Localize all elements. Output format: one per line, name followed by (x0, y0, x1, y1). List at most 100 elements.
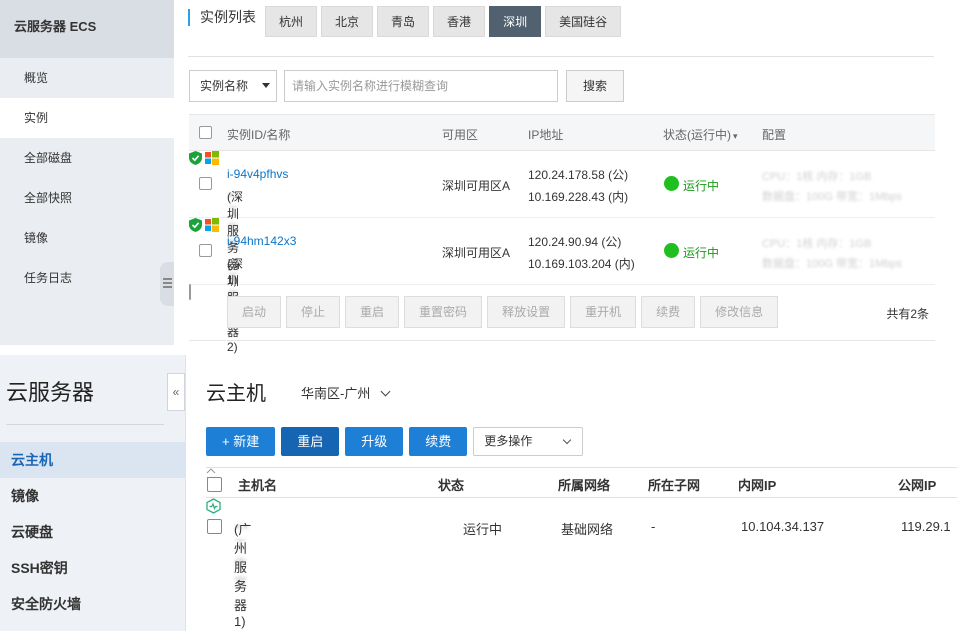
header-config: 配置 (762, 128, 787, 142)
row-checkbox[interactable] (199, 244, 212, 257)
region-tab-silicon-valley[interactable]: 美国硅谷 (545, 6, 622, 37)
region-tab-beijing[interactable]: 北京 (321, 6, 374, 37)
header-host: 主机名 (238, 478, 278, 493)
total-count: 共有2条 (886, 307, 929, 321)
windows-icon (205, 151, 220, 165)
cvm-sidebar: 云服务器 « 云主机 镜像 云硬盘 SSH密钥 安全防火墙 (0, 355, 186, 631)
chevron-down-icon (380, 386, 391, 397)
ecs-sidebar: 云服务器 ECS 概览 实例 全部磁盘 全部快照 镜像 任务日志 (0, 0, 174, 345)
sidebar-item-disks[interactable]: 全部磁盘 (0, 138, 174, 178)
header-subnet: 所在子网 (648, 478, 701, 493)
search-input[interactable] (284, 70, 558, 102)
row-checkbox[interactable] (207, 519, 222, 534)
instance-spec-cpu: CPU：1核 内存：1GB (762, 171, 872, 183)
sidebar-item-images[interactable]: 镜像 (0, 478, 186, 514)
caret-down-icon (262, 83, 270, 88)
restart-button[interactable]: 重启 (345, 296, 400, 328)
restart-button[interactable]: 重启 (281, 427, 340, 456)
search-button[interactable]: 搜索 (566, 70, 624, 102)
region-tab-hongkong[interactable]: 香港 (433, 6, 486, 37)
region-tab-shenzhen[interactable]: 深圳 (489, 6, 542, 37)
header-status: 状态 (438, 478, 465, 493)
sidebar-item-ssh-keys[interactable]: SSH密钥 (0, 550, 186, 586)
new-button[interactable]: + 新建 (206, 427, 276, 456)
modify-info-button[interactable]: 修改信息 (700, 296, 779, 328)
reset-password-button[interactable]: 重置密码 (404, 296, 483, 328)
region-selector[interactable]: 华南区-广州 (301, 383, 391, 402)
more-actions-dropdown[interactable]: 更多操作 (473, 427, 584, 456)
collapse-chevron-icon[interactable]: « (167, 373, 185, 411)
host-network: 基础网络 (561, 522, 614, 537)
renew-button[interactable]: 续费 (409, 427, 468, 456)
stop-button[interactable]: 停止 (286, 296, 341, 328)
sidebar-item-images[interactable]: 镜像 (0, 218, 174, 258)
region-tab-hangzhou[interactable]: 杭州 (265, 6, 318, 37)
instance-status: 运行中 (683, 179, 720, 193)
public-ip: 120.24.178.58 (公) (528, 168, 629, 182)
instance-spec-cpu: CPU：1核 内存：1GB (762, 238, 872, 250)
region-tab-qingdao[interactable]: 青岛 (377, 6, 430, 37)
menu-icon (163, 278, 172, 280)
start-button[interactable]: 启动 (227, 296, 282, 328)
select-all-checkbox[interactable] (199, 126, 212, 139)
host-name-suffix: (广州服务器1) (234, 522, 252, 629)
host-subnet: - (651, 519, 656, 534)
instance-spec-disk: 数据盘：100G 带宽：1Mbps (762, 258, 902, 270)
sidebar-item-snapshots[interactable]: 全部快照 (0, 178, 174, 218)
instance-spec-disk: 数据盘：100G 带宽：1Mbps (762, 191, 902, 203)
table-row: ××工作室 (广州服务器1) 运行中 基础网络 - 10.104.34.137 1… (206, 498, 957, 629)
security-shield-icon (189, 151, 202, 165)
table-row: i-94hm142x3 ××工作室(深圳服务器2) 深圳可用区A 120.24.… (189, 218, 935, 354)
sidebar-item-instances[interactable]: 实例 (0, 98, 174, 138)
cvm-nav: 云主机 镜像 云硬盘 SSH密钥 安全防火墙 (0, 442, 186, 622)
select-all-checkbox[interactable] (207, 477, 222, 492)
chevron-down-icon (563, 435, 572, 445)
sidebar-item-firewall[interactable]: 安全防火墙 (0, 586, 186, 622)
header-ip: IP地址 (528, 128, 564, 142)
header-status[interactable]: 状态(运行中) ▾ (663, 126, 738, 143)
row-checkbox[interactable] (199, 177, 212, 190)
instance-table: 实例ID/名称 可用区 IP地址 状态(运行中) ▾ 配置 i-94v4pfhvs… (189, 114, 935, 354)
reopen-button[interactable]: 重开机 (570, 296, 637, 328)
search-row: 实例名称 搜索 (189, 70, 624, 102)
sidebar-item-cloud-disk[interactable]: 云硬盘 (0, 514, 186, 550)
header-network: 所属网络 (558, 478, 611, 493)
running-status-icon (206, 498, 221, 514)
search-field-select[interactable]: 实例名称 (189, 70, 277, 102)
sidebar-item-cvm[interactable]: 云主机 (0, 442, 186, 478)
upgrade-button[interactable]: 升级 (345, 427, 404, 456)
windows-icon (205, 218, 220, 232)
select-all-checkbox-bottom[interactable] (189, 284, 191, 300)
instance-id-link[interactable]: i-94v4pfhvs (227, 167, 288, 181)
renew-button[interactable]: 续费 (641, 296, 696, 328)
security-shield-icon (189, 218, 202, 232)
header-public-ip: 公网IP (898, 478, 937, 493)
sidebar-collapse-toggle[interactable] (160, 262, 174, 306)
batch-action-bar: 启动 停止 重启 重置密码 释放设置 重开机 续费 修改信息 共有2条 (189, 284, 935, 341)
instance-zone: 深圳可用区A (442, 179, 511, 193)
batch-actions: 启动 停止 重启 重置密码 释放设置 重开机 续费 修改信息 (227, 296, 783, 328)
cvm-table: 主机名 状态 所属网络 所在子网 内网IP 公网IP ××工作室 (广州服务器1)… (206, 467, 957, 629)
instance-id-link[interactable]: i-94hm142x3 (227, 234, 296, 248)
search-field-value: 实例名称 (200, 79, 249, 93)
instance-zone: 深圳可用区A (442, 246, 511, 260)
sidebar-item-task-log[interactable]: 任务日志 (0, 258, 174, 298)
region-label: 华南区-广州 (301, 386, 371, 401)
sidebar-item-overview[interactable]: 概览 (0, 58, 174, 98)
public-ip: 120.24.90.94 (公) (528, 235, 622, 249)
table-header: 主机名 状态 所属网络 所在子网 内网IP 公网IP (206, 467, 957, 498)
divider (6, 424, 164, 425)
header-zone: 可用区 (442, 128, 479, 142)
table-row: i-94v4pfhvs ××工作室 (深圳服务器1) 深圳可用区A 120.24.… (189, 151, 935, 287)
ecs-main: 实例列表 杭州 北京 青岛 香港 深圳 美国硅谷 实例名称 搜索 实例ID/名称… (174, 0, 957, 354)
header-id-name: 实例ID/名称 (227, 128, 291, 142)
running-status-icon (664, 176, 679, 191)
title-bar: 实例列表 杭州 北京 青岛 香港 深圳 美国硅谷 (188, 0, 934, 57)
page-title: 实例列表 (188, 9, 256, 26)
release-settings-button[interactable]: 释放设置 (487, 296, 566, 328)
host-status: 运行中 (463, 522, 503, 537)
header-private-ip: 内网IP (738, 478, 777, 493)
region-tabs: 杭州 北京 青岛 香港 深圳 美国硅谷 (265, 6, 625, 37)
cvm-main: 云主机 华南区-广州 + 新建 重启 升级 续费 更多操作 主机名 状态 所属网… (186, 355, 957, 631)
dropdown-arrow-icon: ▾ (733, 131, 738, 141)
